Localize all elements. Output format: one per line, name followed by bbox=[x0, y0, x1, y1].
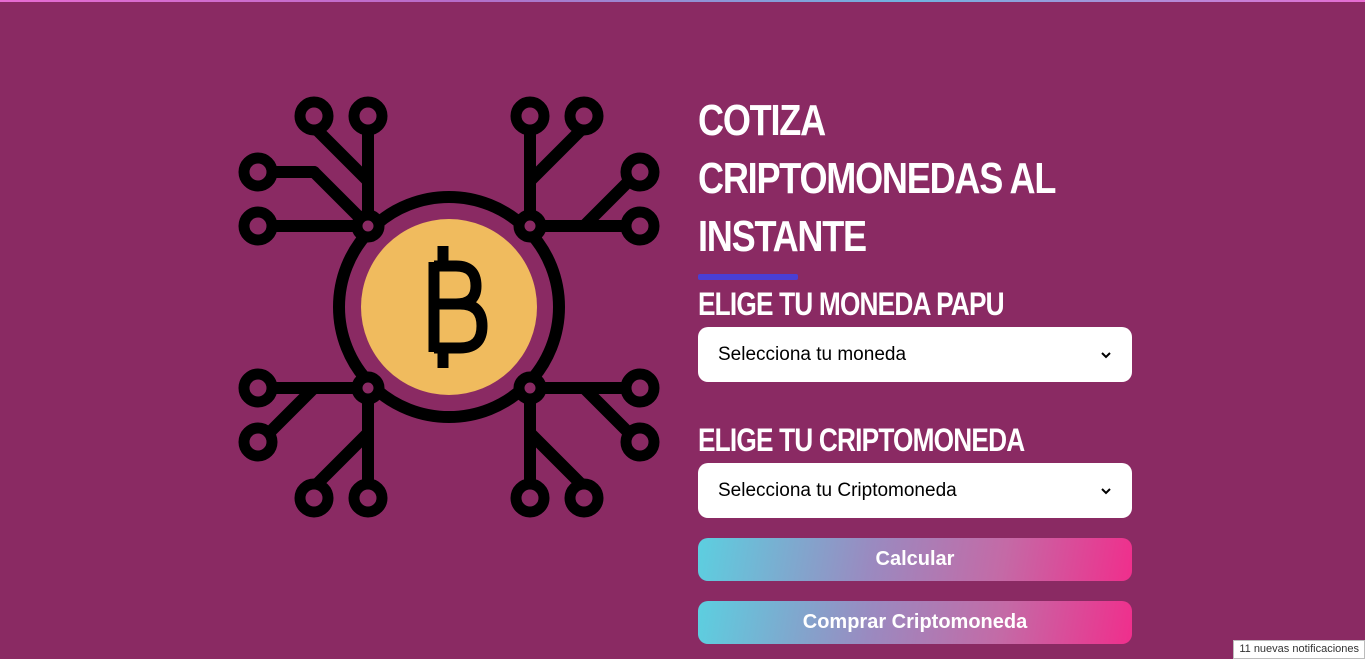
bitcoin-network-icon bbox=[238, 96, 660, 518]
chevron-down-icon bbox=[1101, 487, 1111, 494]
currency-select[interactable]: Selecciona tu moneda bbox=[698, 327, 1132, 382]
crypto-label: Elige tu Criptomoneda bbox=[698, 422, 1025, 458]
title-underline bbox=[698, 274, 798, 280]
crypto-select-value: Selecciona tu Criptomoneda bbox=[718, 479, 957, 501]
buy-crypto-button[interactable]: Comprar Criptomoneda bbox=[698, 601, 1132, 644]
quote-form: Cotiza Criptomonedas al Instante Elige t… bbox=[698, 92, 1132, 644]
bitcoin-network-illustration bbox=[238, 96, 660, 518]
currency-label: Elige tu Moneda Papu bbox=[698, 286, 1005, 322]
notifications-badge[interactable]: 11 nuevas notificaciones bbox=[1233, 640, 1365, 659]
page-title: Cotiza Criptomonedas al Instante bbox=[698, 96, 1056, 261]
chevron-down-icon bbox=[1101, 351, 1111, 358]
crypto-select[interactable]: Selecciona tu Criptomoneda bbox=[698, 463, 1132, 518]
currency-select-value: Selecciona tu moneda bbox=[718, 343, 907, 365]
calculate-button[interactable]: Calcular bbox=[698, 538, 1132, 581]
page-container: Cotiza Criptomonedas al Instante Elige t… bbox=[0, 0, 1365, 659]
